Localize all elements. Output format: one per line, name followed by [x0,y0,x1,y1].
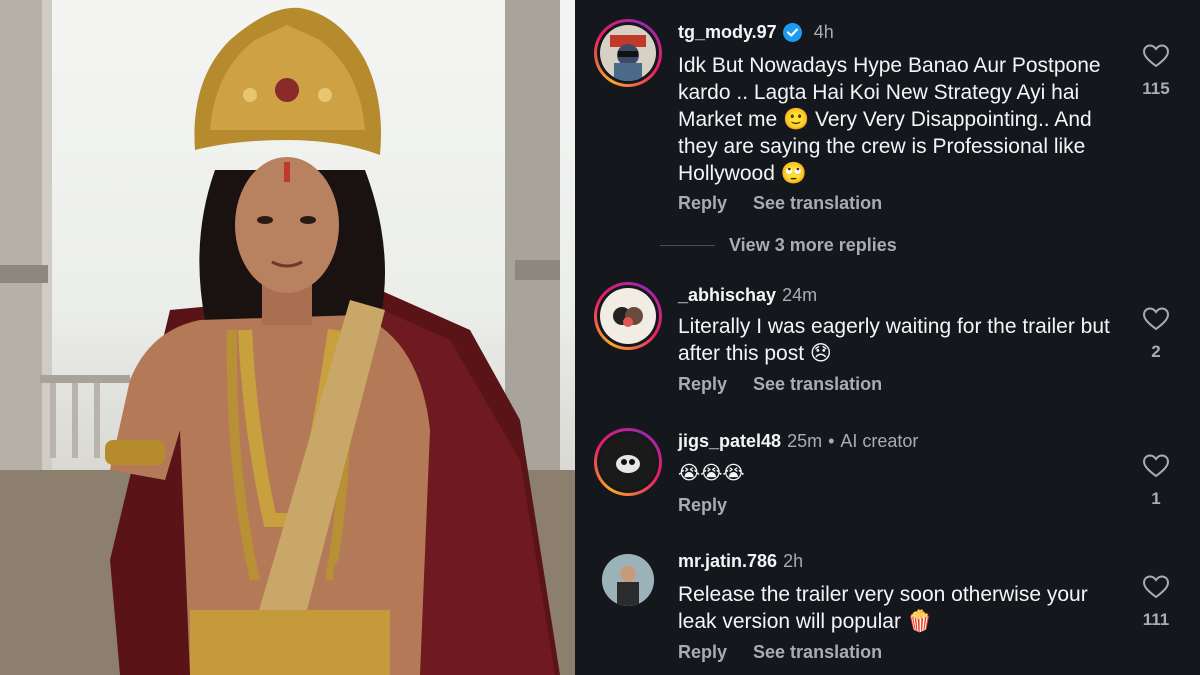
username[interactable]: tg_mody.97 [678,22,777,43]
comment-header: tg_mody.97 4h [678,22,834,43]
comment-text: Release the trailer very soon otherwise … [678,583,1088,633]
separator-dot: • [828,431,835,451]
timestamp: 24m [782,285,818,305]
comment-header: jigs_patel48 25m • AI creator [678,431,918,452]
comment-text: Literally I was eagerly waiting for the … [678,315,1110,365]
reply-button[interactable]: Reply [678,193,727,214]
avatar-tg-mody[interactable] [594,19,662,87]
like-button[interactable]: 1 [1138,454,1174,509]
view-more-replies[interactable]: View 3 more replies [660,235,897,256]
replies-divider [660,245,715,246]
username[interactable]: _abhischay [678,285,776,306]
actor-photo [0,0,575,675]
comment-actions: Reply See translation [678,642,882,663]
view-more-replies-label: View 3 more replies [729,235,897,255]
like-count: 1 [1151,489,1161,508]
heart-outline-icon [1142,575,1170,599]
avatar-jigs-patel[interactable] [594,428,662,496]
avatar-abhischay[interactable] [594,282,662,350]
like-button[interactable]: 2 [1138,307,1174,362]
comment-text: Idk But Nowadays Hype Banao Aur Postpone… [678,54,1101,185]
comment-header: mr.jatin.786 2h [678,551,803,572]
photo-illustration [0,0,575,675]
comment-text: 😭😭😭 [678,462,745,484]
comment-actions: Reply See translation [678,193,882,214]
like-button[interactable]: 115 [1138,44,1174,99]
reply-button[interactable]: Reply [678,642,727,663]
heart-outline-icon [1142,307,1170,331]
see-translation-button[interactable]: See translation [753,374,882,395]
heart-outline-icon [1142,454,1170,478]
see-translation-button[interactable]: See translation [753,193,882,214]
creator-label: AI creator [840,431,919,451]
comments-panel: tg_mody.97 4h Idk But Nowadays Hype Bana… [575,0,1200,675]
like-count: 111 [1142,610,1170,629]
comment-header: _abhischay 24m [678,285,817,306]
like-button[interactable]: 111 [1138,575,1174,630]
heart-outline-icon [1142,44,1170,68]
username[interactable]: jigs_patel48 [678,431,781,452]
verified-badge-icon [782,23,802,42]
reply-button[interactable]: Reply [678,495,727,516]
comment-actions: Reply See translation [678,374,882,395]
timestamp: 2h [783,551,804,571]
comment-actions: Reply [678,495,727,516]
timestamp: 4h [813,22,834,42]
like-count: 115 [1142,79,1170,98]
reply-button[interactable]: Reply [678,374,727,395]
username[interactable]: mr.jatin.786 [678,551,777,572]
like-count: 2 [1151,342,1161,361]
avatar-mr-jatin[interactable] [594,546,662,614]
timestamp: 25m [787,431,823,451]
see-translation-button[interactable]: See translation [753,642,882,663]
